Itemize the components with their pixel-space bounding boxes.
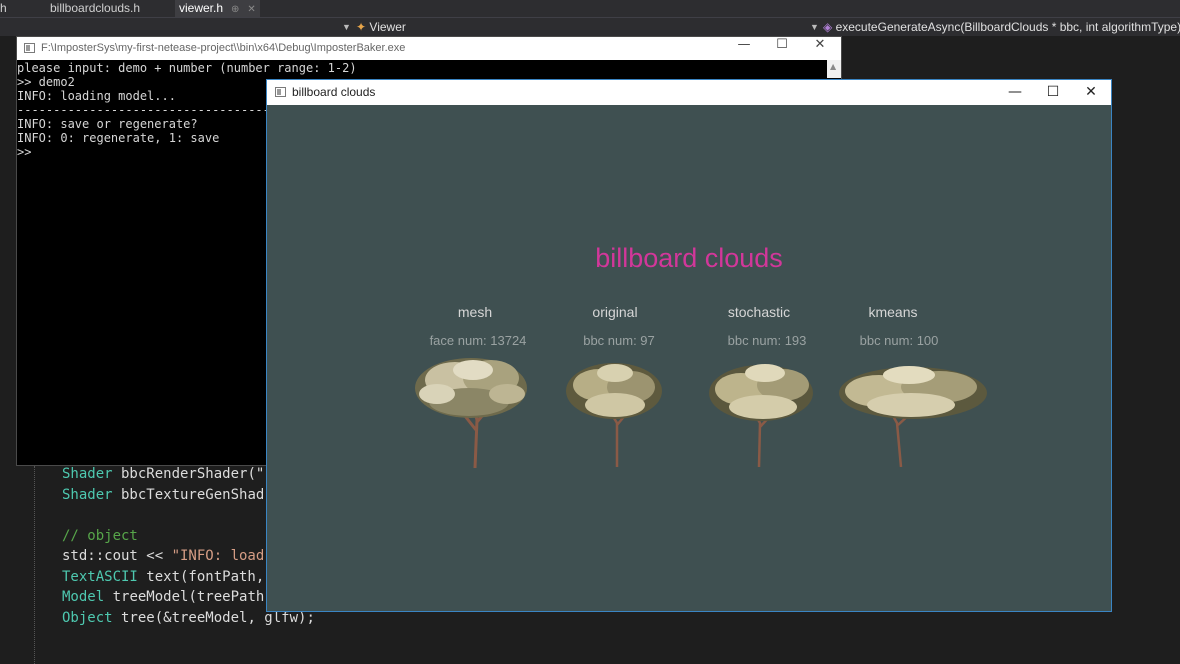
member-dropdown[interactable]: ◈ executeGenerateAsync(BillboardClouds *…: [823, 18, 1180, 36]
tab-viewer-h[interactable]: viewer.h ⊕ ✕: [175, 0, 260, 17]
console-titlebar[interactable]: F:\ImposterSys\my-first-netease-project\…: [17, 37, 841, 60]
class-dropdown-label: Viewer: [369, 20, 406, 34]
console-line: INFO: save or regenerate?: [17, 117, 198, 131]
console-line: >> demo2: [17, 75, 75, 89]
column-label-kmeans: kmeans: [868, 304, 918, 320]
class-icon: ✦: [356, 20, 367, 34]
minimize-button[interactable]: —: [996, 80, 1034, 105]
viewer-app-icon: [275, 87, 286, 97]
tab-partial-h[interactable]: h: [0, 0, 7, 17]
column-label-mesh: mesh: [457, 304, 493, 320]
close-tab-icon[interactable]: ✕: [247, 4, 255, 15]
console-line: INFO: loading model...: [17, 89, 176, 103]
tree-original-render: [566, 363, 662, 467]
close-button[interactable]: ✕: [1072, 80, 1110, 105]
method-icon: ◈: [823, 20, 833, 34]
console-title: F:\ImposterSys\my-first-netease-project\…: [41, 42, 406, 54]
maximize-button[interactable]: ☐: [1034, 80, 1072, 105]
navigation-bar: ▼ ✦ Viewer ▼ ◈ executeGenerateAsync(Bill…: [0, 18, 1180, 36]
maximize-button[interactable]: ☐: [763, 37, 801, 60]
scene-heading: billboard clouds: [595, 243, 783, 273]
editor-tab-bar: h billboardclouds.h viewer.h ⊕ ✕: [0, 0, 1180, 18]
viewer-title: billboard clouds: [292, 85, 376, 99]
pin-icon[interactable]: ⊕: [231, 4, 239, 15]
code-line: std::cout << "INFO: load: [62, 548, 265, 564]
code-line: Shader bbcRenderShader(": [62, 466, 265, 482]
tree-mesh-render: [415, 358, 527, 468]
class-dropdown-arrow-icon[interactable]: ▼: [810, 18, 819, 36]
console-scrollbar[interactable]: [827, 60, 841, 78]
console-line: please input: demo + number (number rang…: [17, 61, 357, 75]
code-line: TextASCII text(fontPath,: [62, 569, 265, 585]
console-line: INFO: 0: regenerate, 1: save: [17, 131, 220, 145]
billboard-clouds-window[interactable]: billboard clouds — ☐ ✕ billboard clouds …: [266, 79, 1112, 612]
close-button[interactable]: ✕: [801, 37, 839, 60]
code-line: Model treeModel(treePath: [62, 589, 265, 605]
code-line: Shader bbcTextureGenShad: [62, 487, 265, 503]
scope-dropdown-arrow-icon[interactable]: ▼: [342, 18, 351, 36]
code-line: // object: [62, 528, 138, 544]
tab-billboardclouds-h[interactable]: billboardclouds.h: [50, 0, 140, 17]
member-dropdown-label: executeGenerateAsync(BillboardClouds * b…: [835, 20, 1180, 34]
indent-guide: [34, 466, 35, 664]
console-app-icon: [24, 43, 35, 53]
tree-kmeans-render: [839, 366, 987, 467]
minimize-button[interactable]: —: [725, 37, 763, 60]
column-label-original: original: [592, 304, 638, 320]
console-prompt[interactable]: >>: [17, 145, 31, 159]
face-count-label: face num: 13724: [429, 333, 527, 348]
tree-stochastic-render: [709, 364, 813, 467]
class-dropdown[interactable]: ✦ Viewer: [356, 18, 406, 36]
tab-viewer-h-label: viewer.h: [179, 1, 224, 15]
bbc-count-label-original: bbc num: 97: [583, 333, 655, 348]
bbc-count-label-kmeans: bbc num: 100: [859, 333, 939, 348]
viewer-titlebar[interactable]: billboard clouds — ☐ ✕: [267, 80, 1111, 105]
